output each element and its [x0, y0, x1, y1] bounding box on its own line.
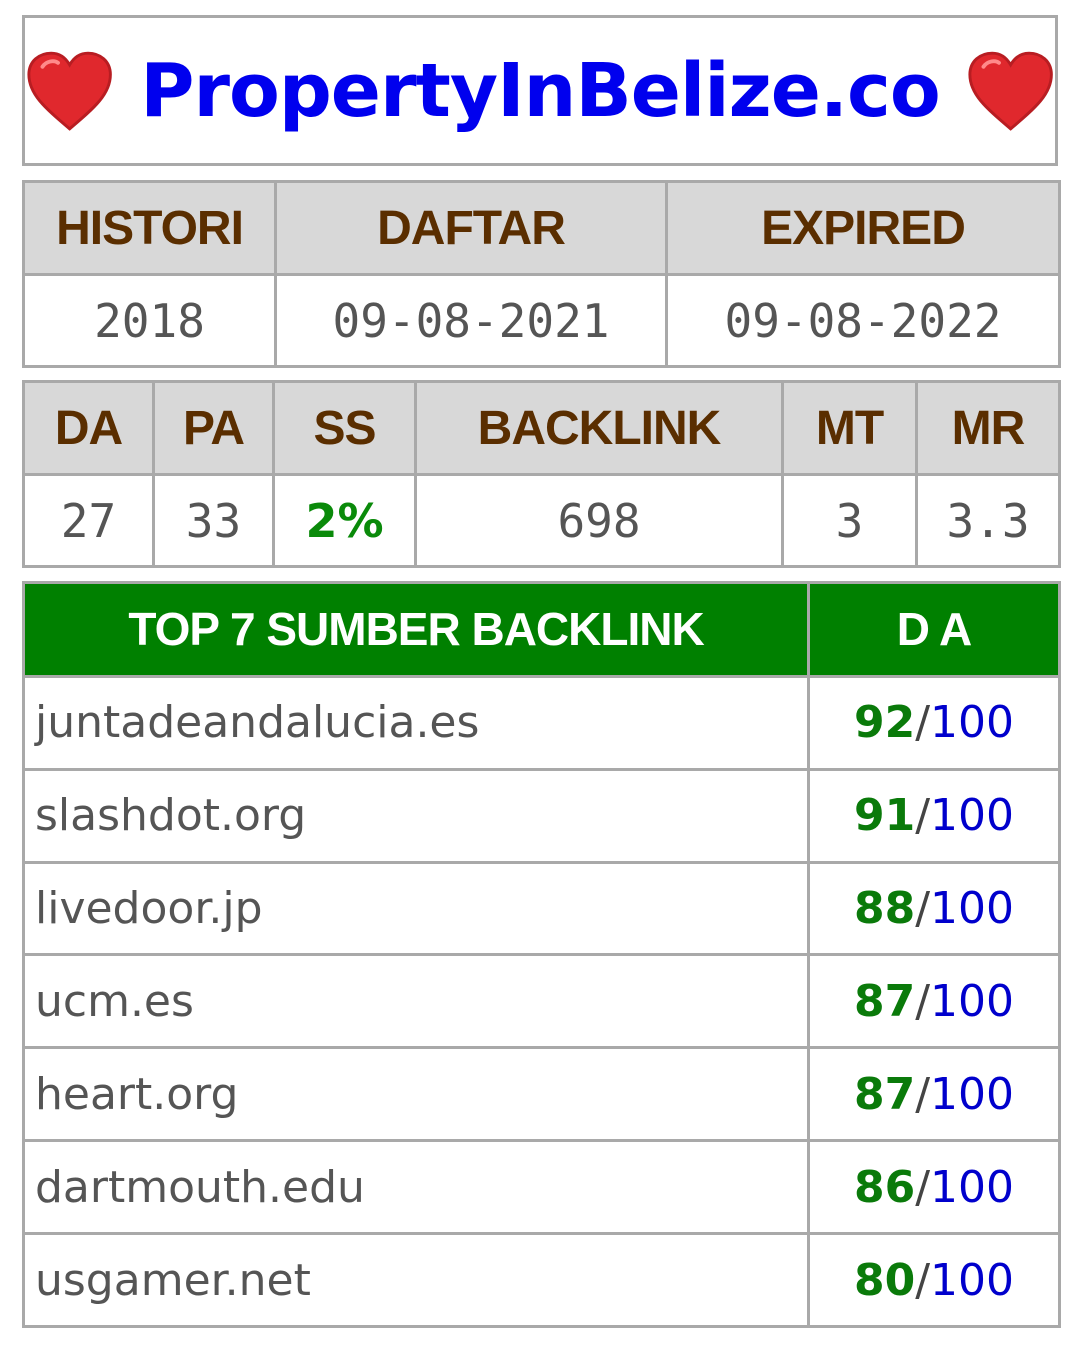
- header-daftar: DAFTAR: [274, 179, 668, 277]
- da-max: 100: [930, 883, 1015, 935]
- da-separator: /: [915, 1254, 931, 1306]
- header-mr: MR: [915, 379, 1061, 477]
- da-max: 100: [930, 1254, 1015, 1306]
- header-backlink: BACKLINK: [414, 379, 784, 477]
- header-pa: PA: [152, 379, 275, 477]
- da-score: 87: [853, 975, 916, 1027]
- value-da: 27: [22, 473, 155, 568]
- da-separator: /: [915, 883, 931, 935]
- header-ss: SS: [272, 379, 417, 477]
- da-max: 100: [930, 1161, 1015, 1213]
- dates-table-box: HISTORI DAFTAR EXPIRED 2018 09-08-2021 0…: [22, 179, 1061, 368]
- metrics-header-row: DA PA SS BACKLINK MT MR: [22, 379, 1061, 477]
- da-separator: /: [915, 1161, 931, 1213]
- dates-value-row: 2018 09-08-2021 09-08-2022: [22, 273, 1061, 368]
- header-top-sources: TOP 7 SUMBER BACKLINK: [22, 581, 810, 678]
- backlinks-table-box: TOP 7 SUMBER BACKLINK D A juntadeandaluc…: [22, 581, 1061, 1328]
- header-domain-authority: D A: [807, 581, 1061, 678]
- backlink-domain[interactable]: heart.org: [22, 1046, 810, 1143]
- dates-table: HISTORI DAFTAR EXPIRED 2018 09-08-2021 0…: [22, 179, 1061, 368]
- site-title-box: PropertyInBelize.co: [22, 15, 1058, 166]
- metrics-table: DA PA SS BACKLINK MT MR 27 33 2% 698 3 3…: [22, 379, 1061, 568]
- backlink-da-cell: 86/100: [807, 1139, 1061, 1236]
- backlink-domain[interactable]: ucm.es: [22, 953, 810, 1050]
- metrics-value-row: 27 33 2% 698 3 3.3: [22, 473, 1061, 568]
- da-score: 87: [853, 1068, 916, 1120]
- backlink-da-cell: 91/100: [807, 767, 1061, 864]
- da-score: 92: [853, 697, 916, 749]
- da-separator: /: [915, 697, 931, 749]
- table-row: ucm.es 87/100: [22, 953, 1061, 1050]
- backlink-da-cell: 80/100: [807, 1232, 1061, 1328]
- header-expired: EXPIRED: [665, 179, 1061, 277]
- value-expired: 09-08-2022: [665, 273, 1061, 368]
- backlink-domain[interactable]: dartmouth.edu: [22, 1139, 810, 1236]
- da-score: 91: [853, 790, 916, 842]
- backlink-da-cell: 88/100: [807, 860, 1061, 957]
- table-row: livedoor.jp 88/100: [22, 860, 1061, 957]
- value-mr: 3.3: [915, 473, 1061, 568]
- value-mt: 3: [781, 473, 918, 568]
- backlink-da-cell: 92/100: [807, 674, 1061, 771]
- dates-header-row: HISTORI DAFTAR EXPIRED: [22, 179, 1061, 277]
- table-row: slashdot.org 91/100: [22, 767, 1061, 864]
- value-ss: 2%: [272, 473, 417, 568]
- heart-icon: [27, 51, 112, 131]
- site-name[interactable]: PropertyInBelize.co: [140, 54, 940, 128]
- backlinks-header-row: TOP 7 SUMBER BACKLINK D A: [22, 581, 1061, 678]
- backlink-domain[interactable]: livedoor.jp: [22, 860, 810, 957]
- da-max: 100: [930, 697, 1015, 749]
- value-daftar: 09-08-2021: [274, 273, 668, 368]
- table-row: dartmouth.edu 86/100: [22, 1139, 1061, 1236]
- header-da: DA: [22, 379, 155, 477]
- backlinks-table: TOP 7 SUMBER BACKLINK D A juntadeandaluc…: [22, 581, 1061, 1328]
- da-separator: /: [915, 1068, 931, 1120]
- backlink-domain[interactable]: usgamer.net: [22, 1232, 810, 1328]
- value-histori: 2018: [22, 273, 277, 368]
- value-backlink: 698: [414, 473, 784, 568]
- table-row: juntadeandalucia.es 92/100: [22, 674, 1061, 771]
- metrics-table-box: DA PA SS BACKLINK MT MR 27 33 2% 698 3 3…: [22, 379, 1061, 568]
- backlink-da-cell: 87/100: [807, 1046, 1061, 1143]
- header-mt: MT: [781, 379, 918, 477]
- da-separator: /: [915, 790, 931, 842]
- da-score: 88: [853, 883, 916, 935]
- backlink-domain[interactable]: slashdot.org: [22, 767, 810, 864]
- table-row: usgamer.net 80/100: [22, 1232, 1061, 1328]
- value-pa: 33: [152, 473, 275, 568]
- table-row: heart.org 87/100: [22, 1046, 1061, 1143]
- da-max: 100: [930, 975, 1015, 1027]
- da-separator: /: [915, 975, 931, 1027]
- da-max: 100: [930, 1068, 1015, 1120]
- backlink-domain[interactable]: juntadeandalucia.es: [22, 674, 810, 771]
- backlink-da-cell: 87/100: [807, 953, 1061, 1050]
- da-max: 100: [930, 790, 1015, 842]
- da-score: 80: [853, 1254, 916, 1306]
- heart-icon: [968, 51, 1053, 131]
- da-score: 86: [853, 1161, 916, 1213]
- header-histori: HISTORI: [22, 179, 277, 277]
